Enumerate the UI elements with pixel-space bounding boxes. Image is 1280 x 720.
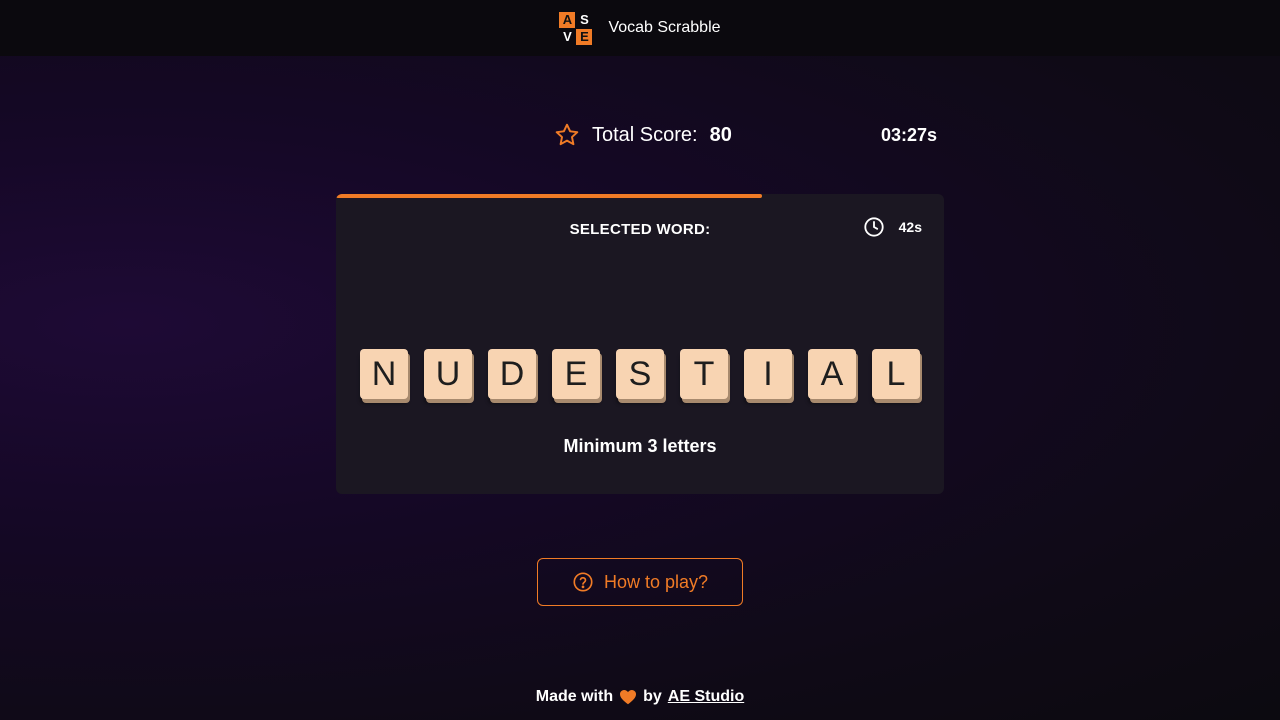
how-to-play-label: How to play? (603, 571, 709, 592)
logo-letter: V (559, 28, 576, 45)
footer: Made with by AE Studio (0, 688, 1280, 706)
total-score-value: 80 (709, 123, 732, 146)
letter-tile[interactable]: N (360, 349, 408, 399)
score-row: Total Score: 80 03:27s (0, 120, 1280, 152)
round-progress-fill (336, 194, 762, 198)
app-logo: A S V E (559, 11, 593, 45)
letter-tile[interactable]: L (872, 349, 920, 399)
logo-letter: A (559, 11, 576, 28)
letter-tile[interactable]: E (552, 349, 600, 399)
ae-studio-link[interactable]: AE Studio (668, 688, 744, 706)
letter-tiles: N U D E S T I A L (360, 349, 920, 399)
total-score: Total Score: 80 (554, 122, 732, 148)
round-timer-value: 42s (898, 219, 922, 235)
star-icon (555, 123, 579, 146)
letter-tile[interactable]: D (488, 349, 536, 399)
round-progress-bar (336, 194, 944, 198)
letter-tile[interactable]: T (680, 349, 728, 399)
total-timer: 03:27s (880, 125, 937, 145)
letter-tile[interactable]: I (744, 349, 792, 399)
letter-tile[interactable]: S (616, 349, 664, 399)
total-score-label: Total Score: (592, 123, 698, 146)
app-title: Vocab Scrabble (608, 19, 721, 36)
question-circle-icon (573, 572, 593, 592)
heart-icon (620, 689, 637, 705)
selected-word-label: SELECTED WORD: (569, 221, 711, 238)
brand[interactable]: A S V E Vocab Scrabble (559, 11, 721, 45)
top-bar: A S V E Vocab Scrabble (0, 0, 1280, 56)
letter-tile[interactable]: U (424, 349, 472, 399)
footer-made-with: Made with (535, 688, 614, 705)
minimum-letters-hint: Minimum 3 letters (563, 436, 717, 456)
how-to-play-button[interactable]: How to play? (537, 558, 743, 606)
letter-tile[interactable]: A (808, 349, 856, 399)
logo-letter: E (576, 28, 593, 45)
footer-by: by (643, 688, 662, 705)
logo-letter: S (576, 11, 593, 28)
clock-icon (864, 217, 884, 237)
round-timer: 42s (863, 216, 922, 238)
game-card: SELECTED WORD: 42s N U D E S T I A L Min… (336, 194, 944, 494)
